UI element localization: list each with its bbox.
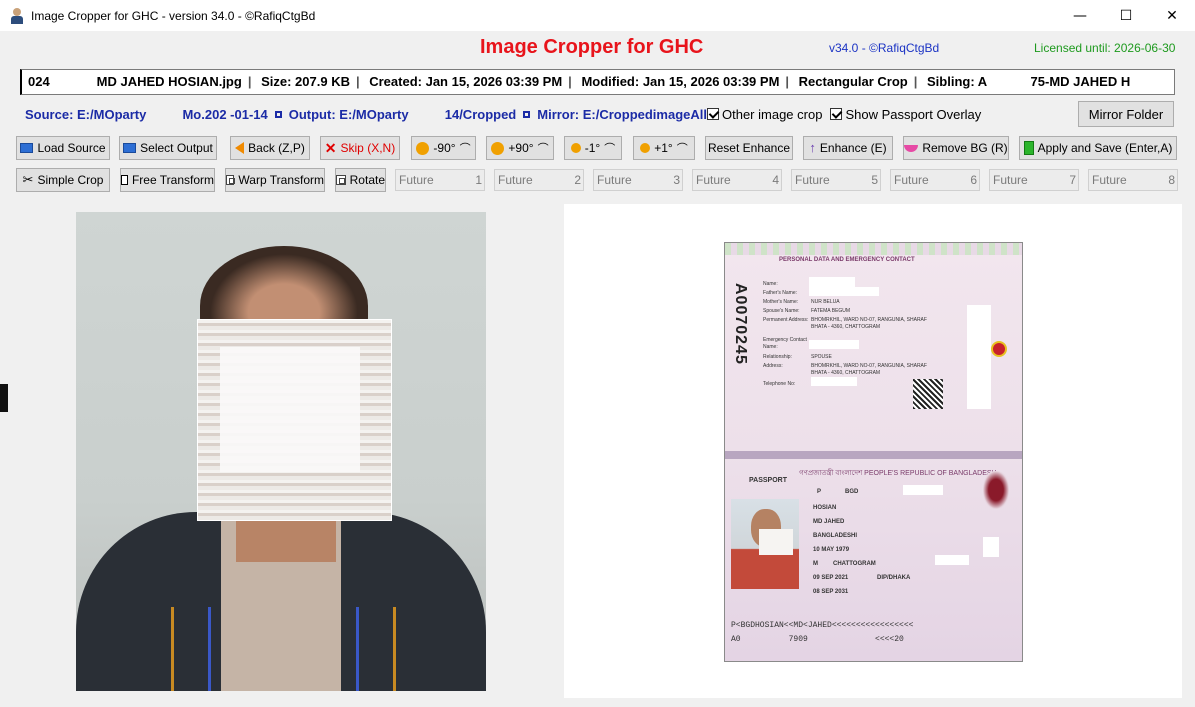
maximize-icon: ☐ — [1119, 7, 1133, 24]
back-button[interactable]: Back (Z,P) — [230, 136, 310, 160]
show-passport-overlay-label: Show Passport Overlay — [845, 106, 982, 122]
mirror-folder-button[interactable]: Mirror Folder — [1078, 101, 1174, 127]
battery-icon — [1023, 141, 1034, 155]
scissors-icon: ✂ — [22, 172, 34, 188]
separator-square-icon — [274, 110, 282, 118]
file-created: Created: Jan 15, 2026 03:39 PM — [369, 74, 563, 89]
rotate-left-icon — [570, 143, 581, 153]
file-info-bar: 024 MD JAHED HOSIAN.jpg | Size: 207.9 KB |… — [20, 69, 1175, 95]
arrow-left-icon — [235, 142, 245, 154]
app-icon — [9, 7, 25, 24]
passport-photo — [731, 499, 799, 589]
reset-enhance-button[interactable]: Reset Enhance — [705, 136, 793, 160]
show-passport-overlay-checkbox[interactable] — [830, 108, 843, 120]
crop-selection-box[interactable] — [220, 347, 360, 472]
rotate-minus-90-button[interactable]: -90° ⌒ — [411, 136, 476, 160]
rotate-minus-1-button[interactable]: -1° ⌒ — [564, 136, 622, 160]
mrz-line-1: P<BGDHOSIAN<<MD<JAHED<<<<<<<<<<<<<<<<< — [731, 621, 914, 630]
folder-icon — [20, 143, 34, 153]
output-path[interactable]: Output: E:/MOparty 14/Cropped — [289, 107, 517, 122]
arc-icon: ⌒ — [459, 142, 471, 155]
enhance-button[interactable]: ↑ Enhance (E) — [803, 136, 893, 160]
sibling-file: Sibling: A 75-MD JAHED H — [927, 74, 1131, 89]
mrz-line-2: A0 7909 <<<<20 — [731, 635, 904, 644]
rotate-plus-90-button[interactable]: +90° ⌒ — [486, 136, 554, 160]
remove-bg-button[interactable]: Remove BG (R) — [903, 136, 1009, 160]
select-output-button[interactable]: Select Output — [119, 136, 217, 160]
file-name: 024 MD JAHED HOSIAN.jpg — [28, 74, 242, 89]
arc-icon: ⌒ — [604, 142, 616, 155]
arrow-up-icon: ↑ — [809, 140, 816, 155]
rotate-left-icon — [416, 141, 430, 155]
apply-save-button[interactable]: Apply and Save (Enter,A) — [1019, 136, 1177, 160]
license-label: Licensed until: 2026-06-30 — [1034, 41, 1176, 55]
future-button-2[interactable]: Future 2 — [494, 169, 584, 191]
warp-transform-button[interactable]: Warp Transform — [225, 168, 325, 192]
future-button-8[interactable]: Future 8 — [1088, 169, 1178, 191]
x-icon: ✕ — [324, 140, 337, 156]
source-path[interactable]: Source: E:/MOparty Mo.202 -01-14 — [25, 107, 268, 122]
close-icon: ✕ — [1166, 7, 1178, 24]
app-heading: Image Cropper for GHC — [480, 36, 704, 58]
lips-icon — [904, 144, 919, 152]
skip-button[interactable]: ✕ Skip (X,N) — [320, 136, 400, 160]
other-image-crop-checkbox[interactable] — [707, 108, 719, 120]
rotate-button[interactable]: Rotate — [335, 168, 386, 192]
square-icon — [121, 175, 128, 185]
other-image-crop-label: Other image crop — [722, 106, 823, 122]
rotate-icon — [336, 175, 346, 185]
simple-crop-button[interactable]: ✂ Simple Crop — [16, 168, 110, 192]
future-button-7[interactable]: Future 7 — [989, 169, 1079, 191]
file-size: Size: 207.9 KB — [261, 74, 350, 89]
close-button[interactable]: ✕ — [1149, 0, 1195, 31]
bangladesh-emblem-icon — [991, 341, 1007, 357]
title-bar: Image Cropper for GHC - version 34.0 - ©… — [0, 0, 1195, 31]
warp-icon — [226, 175, 236, 185]
arc-icon: ⌒ — [676, 142, 688, 155]
window-title: Image Cropper for GHC - version 34.0 - ©… — [31, 8, 316, 23]
maximize-button[interactable]: ☐ — [1103, 0, 1149, 31]
future-button-4[interactable]: Future 4 — [692, 169, 782, 191]
passport-preview-panel: PERSONAL DATA AND EMERGENCY CONTACT A007… — [564, 204, 1182, 698]
rotate-right-icon — [640, 143, 651, 153]
separator-square-icon — [523, 110, 531, 118]
passport-vertical-number: A0070245 — [732, 283, 749, 365]
ghost-photo — [983, 471, 1009, 509]
qr-code-icon — [913, 379, 943, 409]
file-modified: Modified: Jan 15, 2026 03:39 PM — [581, 74, 780, 89]
future-button-6[interactable]: Future 6 — [890, 169, 980, 191]
rotate-plus-1-button[interactable]: +1° ⌒ — [633, 136, 695, 160]
minimize-button[interactable]: — — [1057, 0, 1103, 31]
source-image-canvas[interactable] — [76, 212, 486, 691]
passport-preview-image: PERSONAL DATA AND EMERGENCY CONTACT A007… — [724, 242, 1023, 662]
future-button-1[interactable]: Future 1 — [395, 169, 485, 191]
minimize-icon: — — [1073, 7, 1087, 24]
arc-icon: ⌒ — [537, 142, 549, 155]
future-button-5[interactable]: Future 5 — [791, 169, 881, 191]
load-source-button[interactable]: Load Source — [16, 136, 110, 160]
free-transform-button[interactable]: Free Transform — [120, 168, 215, 192]
paths-row: Source: E:/MOparty Mo.202 -01-14 Output:… — [25, 103, 989, 125]
rotate-right-icon — [491, 141, 505, 155]
side-marker — [0, 384, 8, 412]
crop-type: Rectangular Crop — [798, 74, 908, 89]
passport-heading-bottom: গণপ্রজাতন্ত্রী বাংলাদেশ PEOPLE'S REPUBLI… — [799, 470, 997, 477]
version-label: v34.0 - ©RafiqCtgBd — [829, 41, 940, 55]
mirror-path[interactable]: Mirror: E:/CroppedimageAll — [537, 107, 707, 122]
passport-heading-top: PERSONAL DATA AND EMERGENCY CONTACT — [779, 257, 915, 263]
folder-icon — [123, 143, 137, 153]
future-button-3[interactable]: Future 3 — [593, 169, 683, 191]
